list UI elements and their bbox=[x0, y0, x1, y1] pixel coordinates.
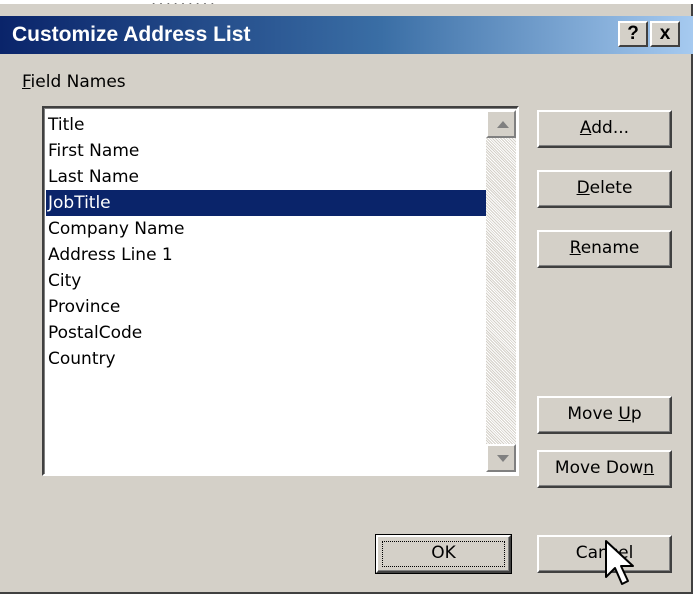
move-up-label-pre: Move bbox=[567, 404, 619, 424]
list-item[interactable]: Last Name bbox=[46, 164, 488, 190]
delete-button-label: elete bbox=[589, 178, 633, 198]
list-item[interactable]: Province bbox=[46, 294, 488, 320]
rename-button[interactable]: Rename bbox=[537, 230, 672, 268]
field-names-label-rest: ield Names bbox=[30, 72, 126, 92]
delete-button-accel: D bbox=[576, 178, 590, 198]
triangle-up-icon bbox=[497, 121, 509, 128]
move-up-label-rest: p bbox=[630, 404, 642, 424]
field-names-listbox[interactable]: Title First Name Last Name JobTitle Company … bbox=[42, 106, 519, 476]
move-up-button[interactable]: Move Up bbox=[537, 396, 672, 434]
list-item[interactable]: Country bbox=[46, 346, 488, 372]
list-item[interactable]: JobTitle bbox=[46, 190, 488, 216]
ok-button[interactable]: OK bbox=[375, 534, 512, 574]
field-list: Title First Name Last Name JobTitle Company … bbox=[46, 112, 488, 372]
customize-address-list-dialog: Customize Address List ? x Field Names T… bbox=[0, 4, 693, 594]
scroll-down-button[interactable] bbox=[486, 444, 516, 472]
move-down-accel: n bbox=[643, 458, 655, 478]
list-item[interactable]: Title bbox=[46, 112, 488, 138]
arrow-cursor-icon bbox=[605, 540, 634, 585]
vertical-scrollbar[interactable] bbox=[486, 110, 516, 472]
rename-button-label: ename bbox=[580, 238, 640, 258]
dialog-title: Customize Address List bbox=[12, 23, 251, 46]
add-button[interactable]: Add... bbox=[537, 110, 672, 148]
list-item[interactable]: PostalCode bbox=[46, 320, 488, 346]
list-item[interactable]: Company Name bbox=[46, 216, 488, 242]
triangle-down-icon bbox=[497, 455, 509, 462]
move-down-label-pre: Move Dow bbox=[554, 458, 644, 478]
delete-button[interactable]: Delete bbox=[537, 170, 672, 208]
field-names-label: Field Names bbox=[22, 72, 126, 92]
close-button[interactable]: x bbox=[650, 21, 680, 47]
move-up-accel: U bbox=[618, 404, 631, 424]
list-item[interactable]: First Name bbox=[46, 138, 488, 164]
rename-button-accel: R bbox=[569, 238, 581, 258]
field-names-accel: F bbox=[22, 72, 31, 92]
help-button[interactable]: ? bbox=[618, 21, 648, 47]
add-button-accel: A bbox=[579, 118, 592, 138]
list-item[interactable]: City bbox=[46, 268, 488, 294]
title-bar: Customize Address List ? x bbox=[0, 16, 693, 54]
move-down-button[interactable]: Move Down bbox=[537, 450, 672, 488]
list-item[interactable]: Address Line 1 bbox=[46, 242, 488, 268]
add-button-label: dd... bbox=[591, 118, 630, 138]
scroll-up-button[interactable] bbox=[486, 110, 516, 138]
ok-button-label: OK bbox=[431, 543, 456, 563]
